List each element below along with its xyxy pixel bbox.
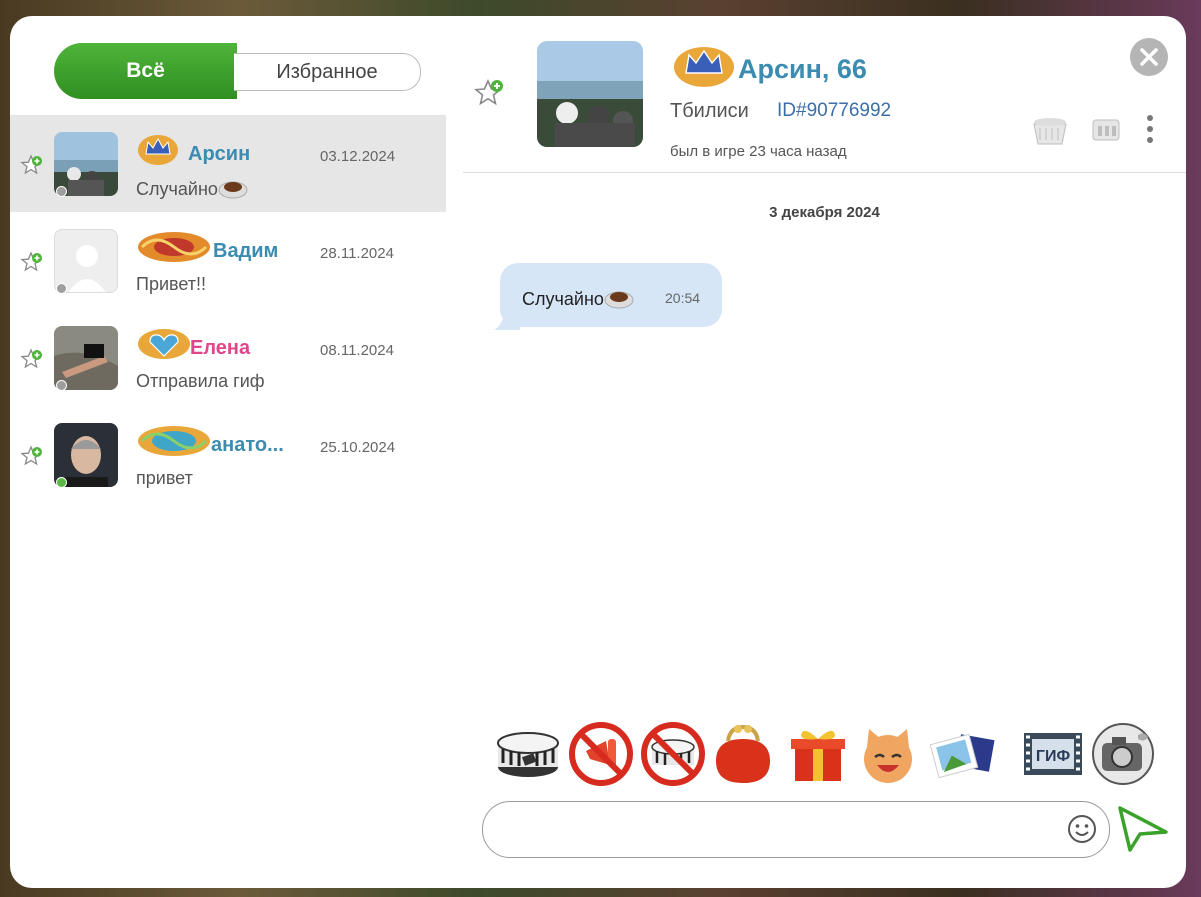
online-status-dot <box>56 477 67 488</box>
clear-chat-basket-icon[interactable] <box>1030 112 1070 148</box>
add-favorite-star-icon[interactable] <box>20 444 46 470</box>
add-favorite-star-icon[interactable] <box>20 153 46 179</box>
send-icon[interactable] <box>1116 804 1170 854</box>
smiley-icon[interactable] <box>1066 813 1098 845</box>
contact-date: 08.11.2024 <box>320 342 394 359</box>
contact-item-vadim[interactable]: Вадим 28.11.2024 Привет!! <box>10 212 446 309</box>
header-divider <box>463 172 1186 173</box>
contact-date: 03.12.2024 <box>320 148 396 165</box>
contact-last-message: Отправила гиф <box>136 371 265 391</box>
gif-film-icon[interactable]: ГИФ <box>1020 721 1086 787</box>
contact-last-message: Случайно <box>136 177 248 200</box>
profile-avatar[interactable] <box>537 41 643 147</box>
more-options-icon[interactable] <box>1142 112 1158 148</box>
tab-all[interactable]: Всё <box>54 43 237 99</box>
contact-item-arsin[interactable]: Арсин 03.12.2024 Случайно <box>10 115 446 212</box>
message-time: 20:54 <box>665 290 701 306</box>
add-favorite-star-icon[interactable] <box>20 250 46 276</box>
tab-favorites[interactable]: Избранное <box>234 53 421 91</box>
contact-last-message: привет <box>136 468 193 488</box>
message-input[interactable] <box>503 810 1067 850</box>
contact-date: 25.10.2024 <box>320 439 396 456</box>
contact-last-message: Привет!! <box>136 274 207 294</box>
photos-icon[interactable] <box>930 721 996 787</box>
profile-name[interactable]: Арсин, 66 <box>738 54 867 85</box>
camera-icon[interactable] <box>1090 721 1156 787</box>
chat-ban-icon[interactable] <box>495 721 561 787</box>
message-input-wrap <box>482 801 1110 858</box>
purse-icon[interactable] <box>710 721 776 787</box>
crown-badge-icon <box>674 47 734 87</box>
add-favorite-star-icon[interactable] <box>20 347 46 373</box>
ornament-badge-icon <box>138 232 210 262</box>
no-chat-ban-icon[interactable] <box>640 721 706 787</box>
cat-emoji-icon[interactable] <box>855 721 921 787</box>
contact-name: Вадим <box>213 240 279 262</box>
message-log-icon[interactable] <box>1090 112 1124 148</box>
contact-item-elena[interactable]: Елена 08.11.2024 Отправила гиф <box>10 309 446 406</box>
coffee-cup-icon <box>218 181 248 199</box>
close-button[interactable] <box>1130 38 1168 76</box>
close-icon <box>1140 48 1158 66</box>
offline-status-dot <box>56 186 67 197</box>
contact-name: Арсин <box>188 143 251 165</box>
offline-status-dot <box>56 380 67 391</box>
no-megaphone-icon[interactable] <box>568 721 634 787</box>
gift-icon[interactable] <box>785 721 851 787</box>
coffee-cup-icon <box>604 291 634 309</box>
add-favorite-star-icon[interactable] <box>473 76 509 112</box>
contact-name: Елена <box>190 337 251 359</box>
profile-id[interactable]: ID#90776992 <box>777 100 891 122</box>
heart-wings-badge-icon <box>138 329 190 359</box>
contact-name: анато... <box>211 434 284 456</box>
message-text: Случайно <box>522 287 634 310</box>
svg-text:ГИФ: ГИФ <box>1036 748 1071 765</box>
last-seen-text: был в игре 23 часа назад <box>670 143 847 160</box>
ornament-badge-icon <box>138 426 210 456</box>
offline-status-dot <box>56 283 67 294</box>
contact-date: 28.11.2024 <box>320 245 394 262</box>
conversation-filter-tabs: Всё Избранное <box>54 43 422 99</box>
profile-city: Тбилиси <box>670 100 749 122</box>
chat-date-separator: 3 декабря 2024 <box>769 204 880 221</box>
contact-list: Арсин 03.12.2024 Случайно Вадим 28.11.20… <box>10 115 446 503</box>
contact-item-anato[interactable]: анато... 25.10.2024 привет <box>10 406 446 503</box>
messenger-panel: Всё Избранное Арсин 03.12.2024 Случайно <box>10 16 1186 888</box>
